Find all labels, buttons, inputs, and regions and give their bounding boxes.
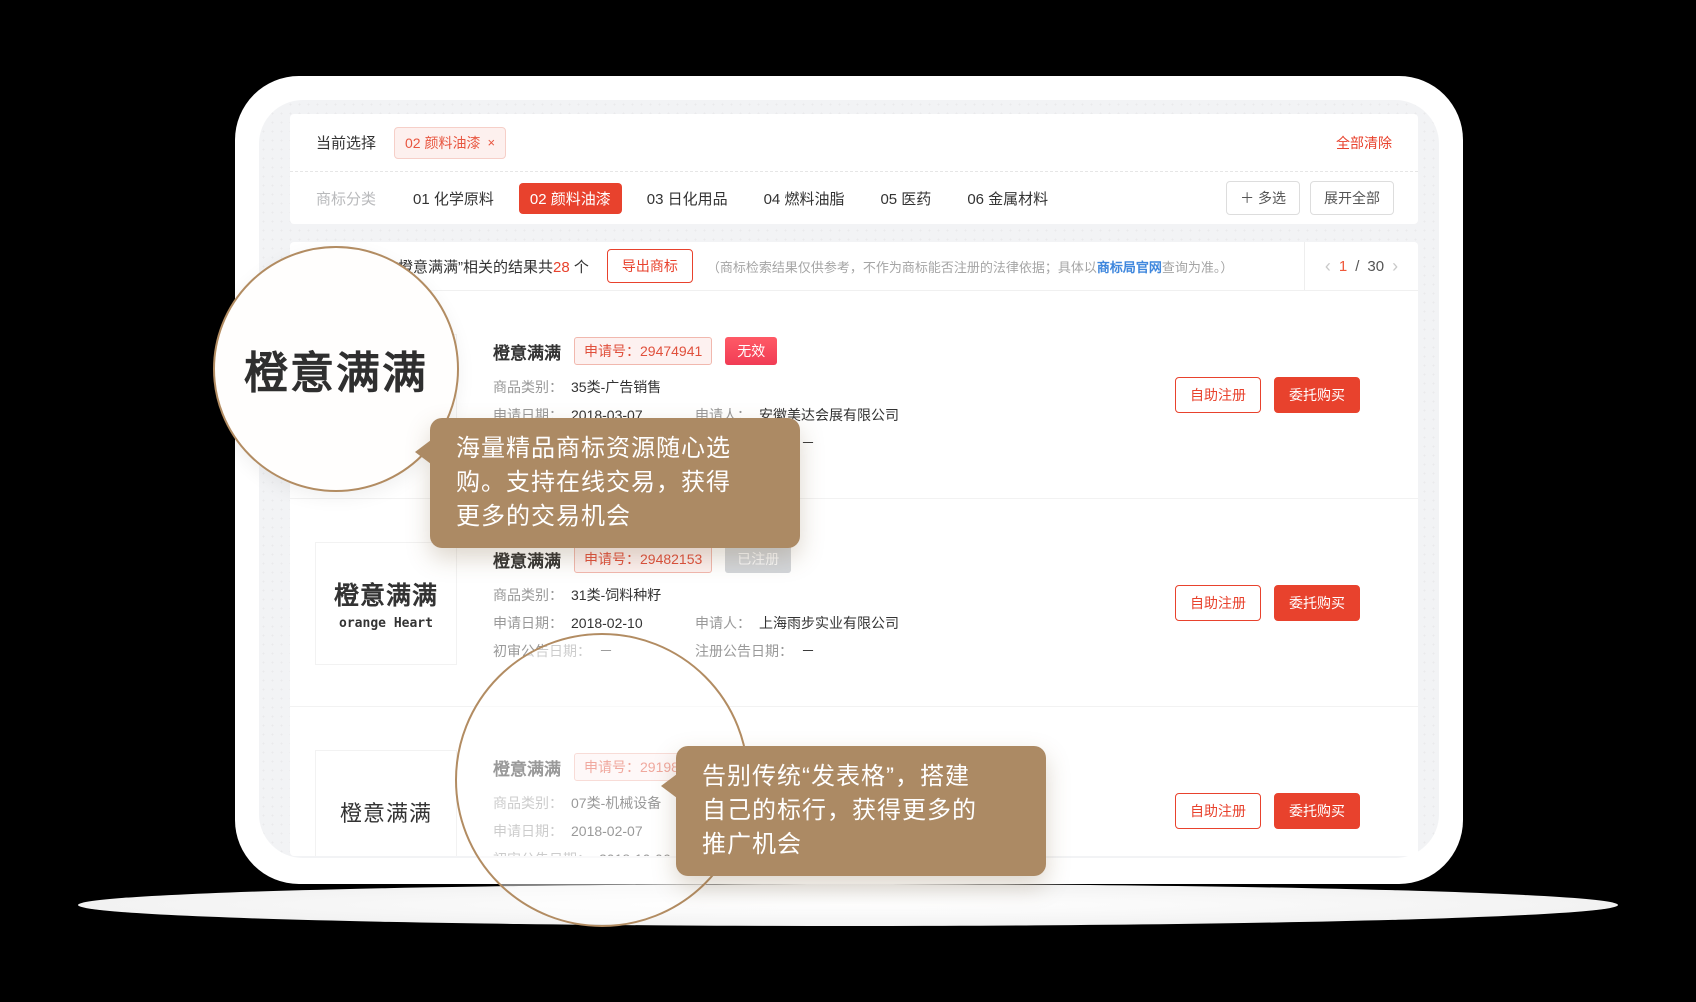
application-number-badge: 申请号：29482153 — [574, 545, 712, 573]
row-actions: 自助注册 委托购买 — [1175, 377, 1360, 413]
multi-select-button[interactable]: ＋ 多选 — [1226, 181, 1300, 215]
entrust-buy-button[interactable]: 委托购买 — [1274, 377, 1360, 413]
results-count: 28 — [553, 259, 570, 276]
status-badge: 已注册 — [725, 545, 791, 573]
self-register-button[interactable]: 自助注册 — [1175, 793, 1261, 829]
pagination-current: 1 — [1339, 258, 1347, 275]
callout-tooltip-trade: 海量精品商标资源随心选 购。支持在线交易，获得 更多的交易机会 — [430, 418, 800, 548]
callout-tooltip-promotion: 告别传统“发表格”，搭建 自己的标行，获得更多的 推广机会 — [676, 746, 1046, 876]
results-header: 为您检索到“橙意满满”相关的结果共28 个 导出商标 （商标检索结果仅供参考，不… — [290, 242, 1418, 291]
category-pill-05[interactable]: 05 医药 — [869, 183, 942, 214]
filter-panel: 当前选择 02 颜料油漆 × 全部清除 商标分类 01 化学原料 02 颜料油漆… — [290, 114, 1418, 224]
self-register-button[interactable]: 自助注册 — [1175, 377, 1261, 413]
category-label: 商标分类 — [316, 188, 376, 209]
chevron-left-icon[interactable]: ‹ — [1325, 257, 1331, 275]
clear-all-link[interactable]: 全部清除 — [1336, 133, 1392, 153]
trademark-office-link[interactable]: 商标局官网 — [1097, 260, 1162, 275]
trademark-image: 橙意满满 orange Heart — [315, 542, 457, 665]
pagination-total: 30 — [1367, 258, 1384, 275]
row-actions: 自助注册 委托购买 — [1175, 793, 1360, 829]
results-disclaimer: （商标检索结果仅供参考，不作为商标能否注册的法律依据；具体以商标局官网查询为准。… — [707, 257, 1234, 276]
row-actions: 自助注册 委托购买 — [1175, 585, 1360, 621]
category-row: 商标分类 01 化学原料 02 颜料油漆 03 日化用品 04 燃料油脂 05 … — [290, 172, 1418, 224]
entrust-buy-button[interactable]: 委托购买 — [1274, 585, 1360, 621]
trademark-name: 橙意满满 — [493, 547, 561, 572]
trademark-name: 橙意满满 — [493, 339, 561, 364]
expand-all-button[interactable]: 展开全部 — [1310, 181, 1394, 215]
category-actions: ＋ 多选 展开全部 — [1226, 181, 1394, 215]
category-pill-02-selected[interactable]: 02 颜料油漆 — [519, 183, 622, 214]
floor-shadow — [78, 884, 1618, 926]
tooltip-arrow-icon — [661, 774, 677, 798]
close-icon[interactable]: × — [487, 135, 495, 150]
application-number-badge: 申请号：29474941 — [574, 337, 712, 365]
category-pill-04[interactable]: 04 燃料油脂 — [753, 183, 856, 214]
magnified-trademark-text: 橙意满满 — [244, 337, 428, 401]
tooltip-arrow-icon — [415, 440, 431, 464]
status-badge: 无效 — [725, 337, 777, 365]
current-selection-row: 当前选择 02 颜料油漆 × 全部清除 — [290, 114, 1418, 172]
selected-filter-tag-label: 02 颜料油漆 — [405, 133, 480, 153]
category-pill-06[interactable]: 06 金属材料 — [956, 183, 1059, 214]
trademark-image-subtext: orange Heart — [339, 616, 433, 631]
self-register-button[interactable]: 自助注册 — [1175, 585, 1261, 621]
current-selection-label: 当前选择 — [316, 132, 376, 153]
category-pill-01[interactable]: 01 化学原料 — [402, 183, 505, 214]
export-trademarks-button[interactable]: 导出商标 — [607, 249, 693, 283]
selected-filter-tag[interactable]: 02 颜料油漆 × — [394, 127, 506, 159]
chevron-right-icon[interactable]: › — [1392, 257, 1398, 275]
category-pill-03[interactable]: 03 日化用品 — [636, 183, 739, 214]
pagination: ‹ 1 / 30 › — [1304, 242, 1418, 290]
entrust-buy-button[interactable]: 委托购买 — [1274, 793, 1360, 829]
trademark-image: 橙意满满 — [315, 750, 457, 856]
